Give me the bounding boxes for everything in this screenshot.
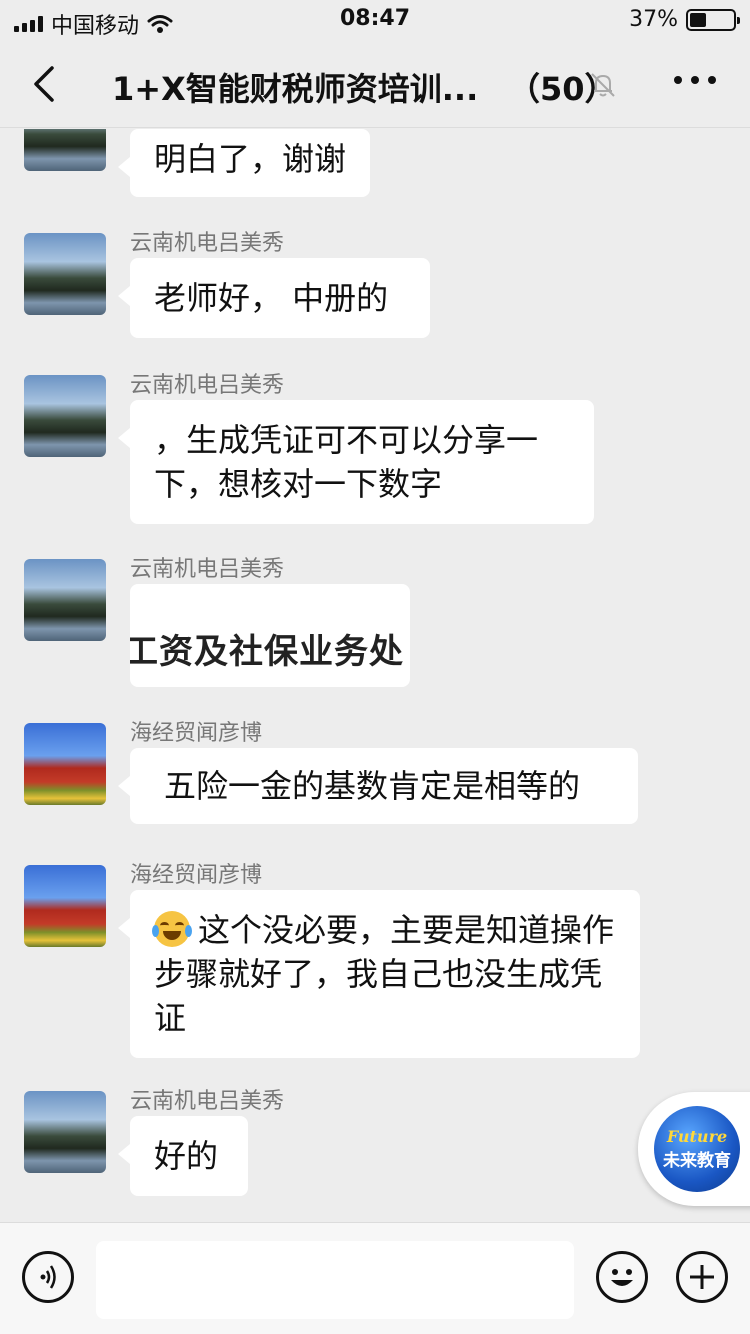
message-list[interactable]: 明白了，谢谢 云南机电吕美秀 老师好， 中册的 云南机电吕美秀 ，生成凭证可不可… xyxy=(0,129,750,1221)
future-education-logo: Future 未来教育 xyxy=(654,1106,740,1192)
floating-badge[interactable]: Future 未来教育 xyxy=(638,1092,750,1206)
avatar[interactable] xyxy=(24,559,106,641)
chat-header: 1+X智能财税师资培训... （50） xyxy=(0,40,750,128)
message-bubble[interactable]: 老师好， 中册的 xyxy=(118,258,430,338)
message-bubble[interactable]: 五险一金的基数肯定是相等的 xyxy=(118,748,638,824)
logo-en: Future xyxy=(666,1127,728,1146)
message-bubble[interactable]: 明白了，谢谢 xyxy=(117,129,371,197)
battery-icon xyxy=(686,8,740,31)
avatar[interactable] xyxy=(24,129,106,171)
add-more-icon[interactable] xyxy=(676,1251,728,1303)
sender-name: 云南机电吕美秀 xyxy=(130,557,285,582)
more-options-icon[interactable] xyxy=(674,76,716,84)
battery-percent: 37% xyxy=(629,7,678,32)
image-message-text: 工资及社保业务处 xyxy=(130,632,404,672)
message-text: 这个没必要，主要是知道操作步骤就好了，我自己也没生成凭证 xyxy=(154,911,615,1037)
mute-bell-icon xyxy=(591,73,615,97)
message-bubble[interactable]: ，生成凭证可不可以分享一下，想核对一下数字 xyxy=(118,400,594,524)
sender-name: 海经贸闻彦博 xyxy=(130,863,263,888)
message-input[interactable] xyxy=(96,1241,574,1319)
avatar[interactable] xyxy=(24,375,106,457)
image-message[interactable]: 工资及社保业务处 xyxy=(130,584,410,687)
voice-input-icon[interactable] xyxy=(22,1251,74,1303)
status-bar: 中国移动 08:47 37% xyxy=(0,0,750,40)
sender-name: 云南机电吕美秀 xyxy=(130,373,285,398)
sender-name: 云南机电吕美秀 xyxy=(130,231,285,256)
back-icon[interactable] xyxy=(24,60,64,108)
logo-zh: 未来教育 xyxy=(663,1151,731,1171)
avatar[interactable] xyxy=(24,1091,106,1173)
input-bar xyxy=(0,1222,750,1334)
message-bubble[interactable]: 这个没必要，主要是知道操作步骤就好了，我自己也没生成凭证 xyxy=(118,890,640,1058)
avatar[interactable] xyxy=(24,233,106,315)
emoji-icon[interactable] xyxy=(596,1251,648,1303)
sender-name: 海经贸闻彦博 xyxy=(130,721,263,746)
message-bubble[interactable]: 好的 xyxy=(118,1116,248,1196)
battery-fill xyxy=(690,12,706,27)
face-with-tears-of-joy-icon xyxy=(152,911,192,947)
avatar[interactable] xyxy=(24,723,106,805)
avatar[interactable] xyxy=(24,865,106,947)
sender-name: 云南机电吕美秀 xyxy=(130,1089,285,1114)
chat-title: 1+X智能财税师资培训... xyxy=(112,70,479,108)
